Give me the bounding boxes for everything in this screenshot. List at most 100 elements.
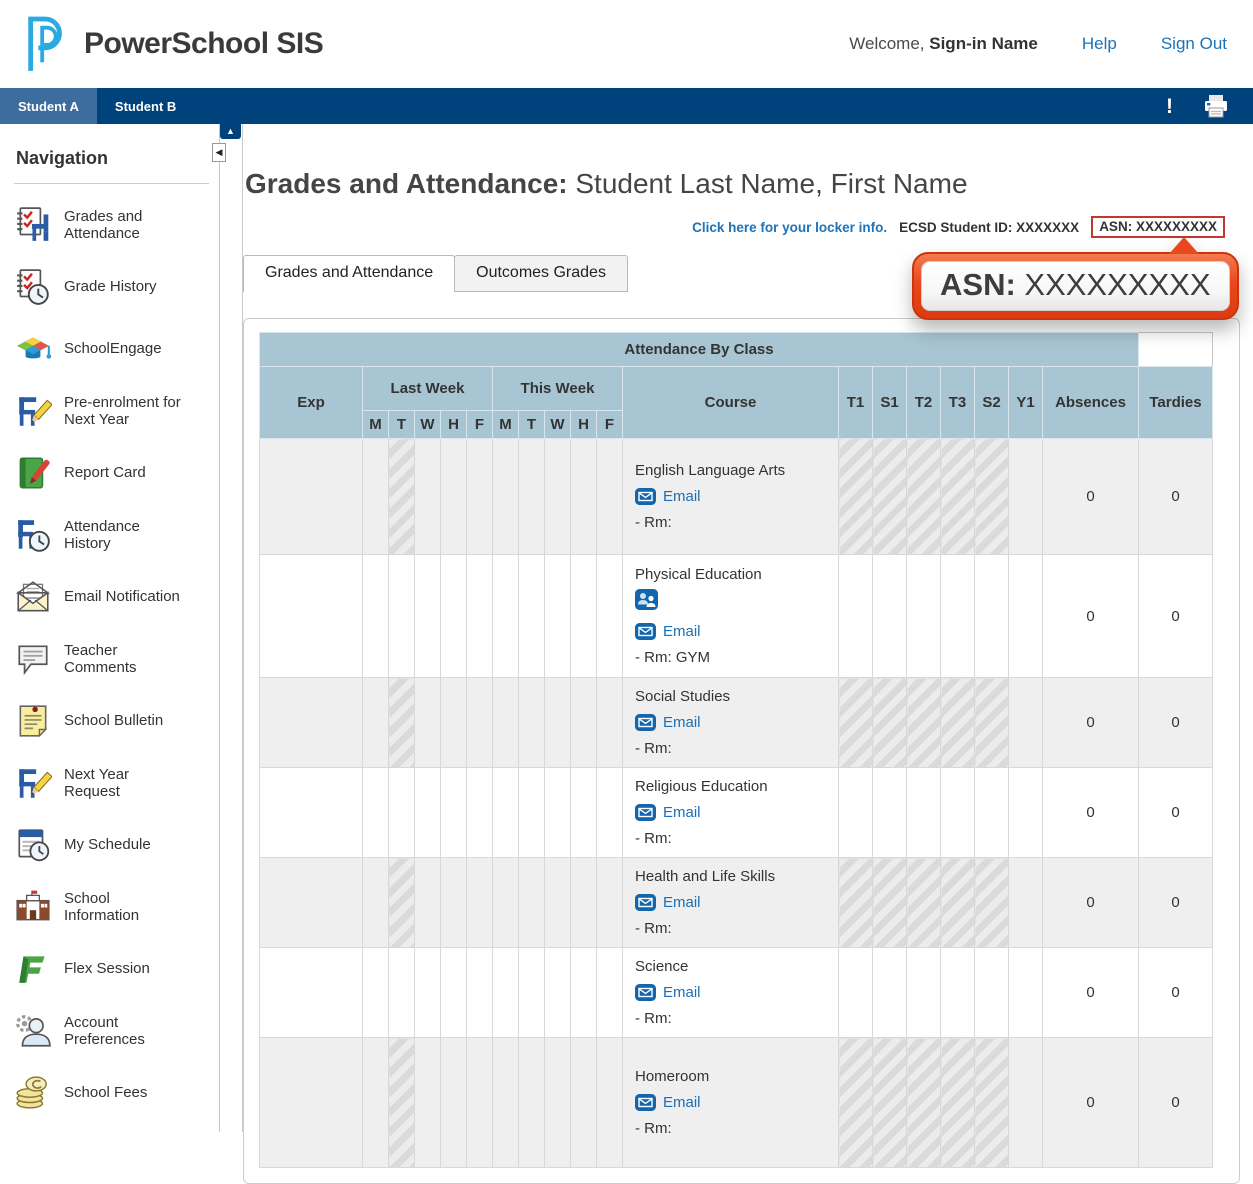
term-cell <box>941 948 975 1038</box>
day-cell <box>545 555 571 678</box>
tardies-cell: 0 <box>1139 1038 1213 1168</box>
help-link[interactable]: Help <box>1082 34 1117 54</box>
sidebar-item-email-notification[interactable]: Email Notification <box>14 578 213 616</box>
day-cell <box>467 1038 493 1168</box>
day-cell <box>597 948 623 1038</box>
exp-cell <box>260 768 363 858</box>
term-cell <box>1009 768 1043 858</box>
day-cell <box>545 948 571 1038</box>
sidebar-item-attendance-history[interactable]: Attendance History <box>14 516 213 554</box>
day-cell <box>493 948 519 1038</box>
sidebar-item-my-schedule[interactable]: My Schedule <box>14 826 213 864</box>
col-exp: Exp <box>260 367 363 439</box>
signout-link[interactable]: Sign Out <box>1161 34 1227 54</box>
student-tab-b[interactable]: Student B <box>97 88 194 124</box>
term-cell <box>839 948 873 1038</box>
email-link[interactable]: Email <box>663 714 701 731</box>
sidebar-item-grades-and-attendance[interactable]: Grades and Attendance <box>14 206 213 244</box>
collapse-left-icon[interactable]: ◀ <box>212 143 226 162</box>
attendance-history-icon <box>14 516 52 554</box>
email-link[interactable]: Email <box>663 488 701 505</box>
school-information-icon <box>14 888 52 926</box>
tab-outcomes-grades[interactable]: Outcomes Grades <box>454 255 628 292</box>
term-cell <box>839 1038 873 1168</box>
sidebar-item-school-fees[interactable]: School Fees <box>14 1074 213 1112</box>
sidebar-item-pre-enrolment[interactable]: Pre-enrolment for Next Year <box>14 392 213 430</box>
page-title-student: Student Last Name, First Name <box>575 168 967 199</box>
course-name: Health and Life Skills <box>635 868 826 885</box>
term-cell <box>907 1038 941 1168</box>
sidebar-navigation: Navigation Grades and Attendance <box>0 124 220 1132</box>
term-cell <box>1009 858 1043 948</box>
powerschool-p-icon <box>22 13 72 75</box>
locker-info-link[interactable]: Click here for your locker info. <box>692 220 887 235</box>
email-link[interactable]: Email <box>663 894 701 911</box>
tab-grades-and-attendance[interactable]: Grades and Attendance <box>243 255 455 292</box>
term-cell <box>975 768 1009 858</box>
room-label: - Rm: GYM <box>635 649 826 666</box>
term-cell <box>873 1038 907 1168</box>
room-label: - Rm: <box>635 740 826 757</box>
term-cell <box>1009 1038 1043 1168</box>
term-cell <box>941 555 975 678</box>
email-envelope-icon <box>635 1094 656 1111</box>
alert-icon[interactable]: ! <box>1166 96 1173 117</box>
sidebar-item-teacher-comments[interactable]: Teacher Comments <box>14 640 213 678</box>
printer-icon[interactable] <box>1203 95 1229 118</box>
sidebar-item-schoolengage[interactable]: SchoolEngage <box>14 330 213 368</box>
email-link[interactable]: Email <box>663 804 701 821</box>
welcome-text: Welcome, Sign-in Name <box>849 34 1038 54</box>
sidebar-item-label: SchoolEngage <box>64 340 188 357</box>
day-cell <box>545 678 571 768</box>
asn-callout-label: ASN: <box>940 267 1016 302</box>
day-cell <box>519 555 545 678</box>
course-name: Science <box>635 958 826 975</box>
term-cell <box>839 555 873 678</box>
day-header: H <box>441 411 467 439</box>
day-cell <box>545 768 571 858</box>
course-cell: ScienceEmail- Rm: <box>623 948 839 1038</box>
absences-cell: 0 <box>1043 678 1139 768</box>
sidebar-item-school-bulletin[interactable]: School Bulletin <box>14 702 213 740</box>
room-label: - Rm: <box>635 920 826 937</box>
tardies-cell: 0 <box>1139 678 1213 768</box>
student-info-line: Click here for your locker info. ECSD St… <box>243 216 1253 238</box>
day-cell <box>363 439 389 555</box>
course-cell: English Language ArtsEmail- Rm: <box>623 439 839 555</box>
term-cell <box>907 439 941 555</box>
email-link[interactable]: Email <box>663 623 701 640</box>
asn-callout: ASN: XXXXXXXXX <box>912 252 1239 320</box>
student-tab-a[interactable]: Student A <box>0 88 97 124</box>
course-row: ScienceEmail- Rm:00 <box>260 948 1213 1038</box>
email-envelope-icon <box>635 984 656 1001</box>
day-cell <box>597 858 623 948</box>
schoolengage-icon <box>14 330 52 368</box>
powerschool-logo: PowerSchool SIS <box>22 13 323 75</box>
absences-cell: 0 <box>1043 858 1139 948</box>
exp-cell <box>260 555 363 678</box>
col-t3: T3 <box>941 367 975 439</box>
sidebar-item-label: My Schedule <box>64 836 188 853</box>
sidebar-item-flex-session[interactable]: Flex Session <box>14 950 213 988</box>
day-cell <box>467 555 493 678</box>
sidebar-item-report-card[interactable]: Report Card <box>14 454 213 492</box>
course-name: Social Studies <box>635 688 826 705</box>
email-link[interactable]: Email <box>663 984 701 1001</box>
sidebar-item-label: Grades and Attendance <box>64 208 188 243</box>
day-cell <box>441 439 467 555</box>
day-cell <box>441 948 467 1038</box>
term-cell <box>907 555 941 678</box>
absences-cell: 0 <box>1043 768 1139 858</box>
sidebar-item-grade-history[interactable]: Grade History <box>14 268 213 306</box>
room-label: - Rm: <box>635 830 826 847</box>
sidebar-item-next-year-request[interactable]: Next Year Request <box>14 764 213 802</box>
day-cell <box>519 439 545 555</box>
sidebar-item-school-information[interactable]: School Information <box>14 888 213 926</box>
term-cell <box>1009 555 1043 678</box>
day-cell <box>363 948 389 1038</box>
sidebar-item-label: School Information <box>64 890 188 925</box>
sidebar-item-account-preferences[interactable]: Account Preferences <box>14 1012 213 1050</box>
term-cell <box>975 1038 1009 1168</box>
collapse-up-icon[interactable]: ▲ <box>220 124 241 139</box>
email-link[interactable]: Email <box>663 1094 701 1111</box>
